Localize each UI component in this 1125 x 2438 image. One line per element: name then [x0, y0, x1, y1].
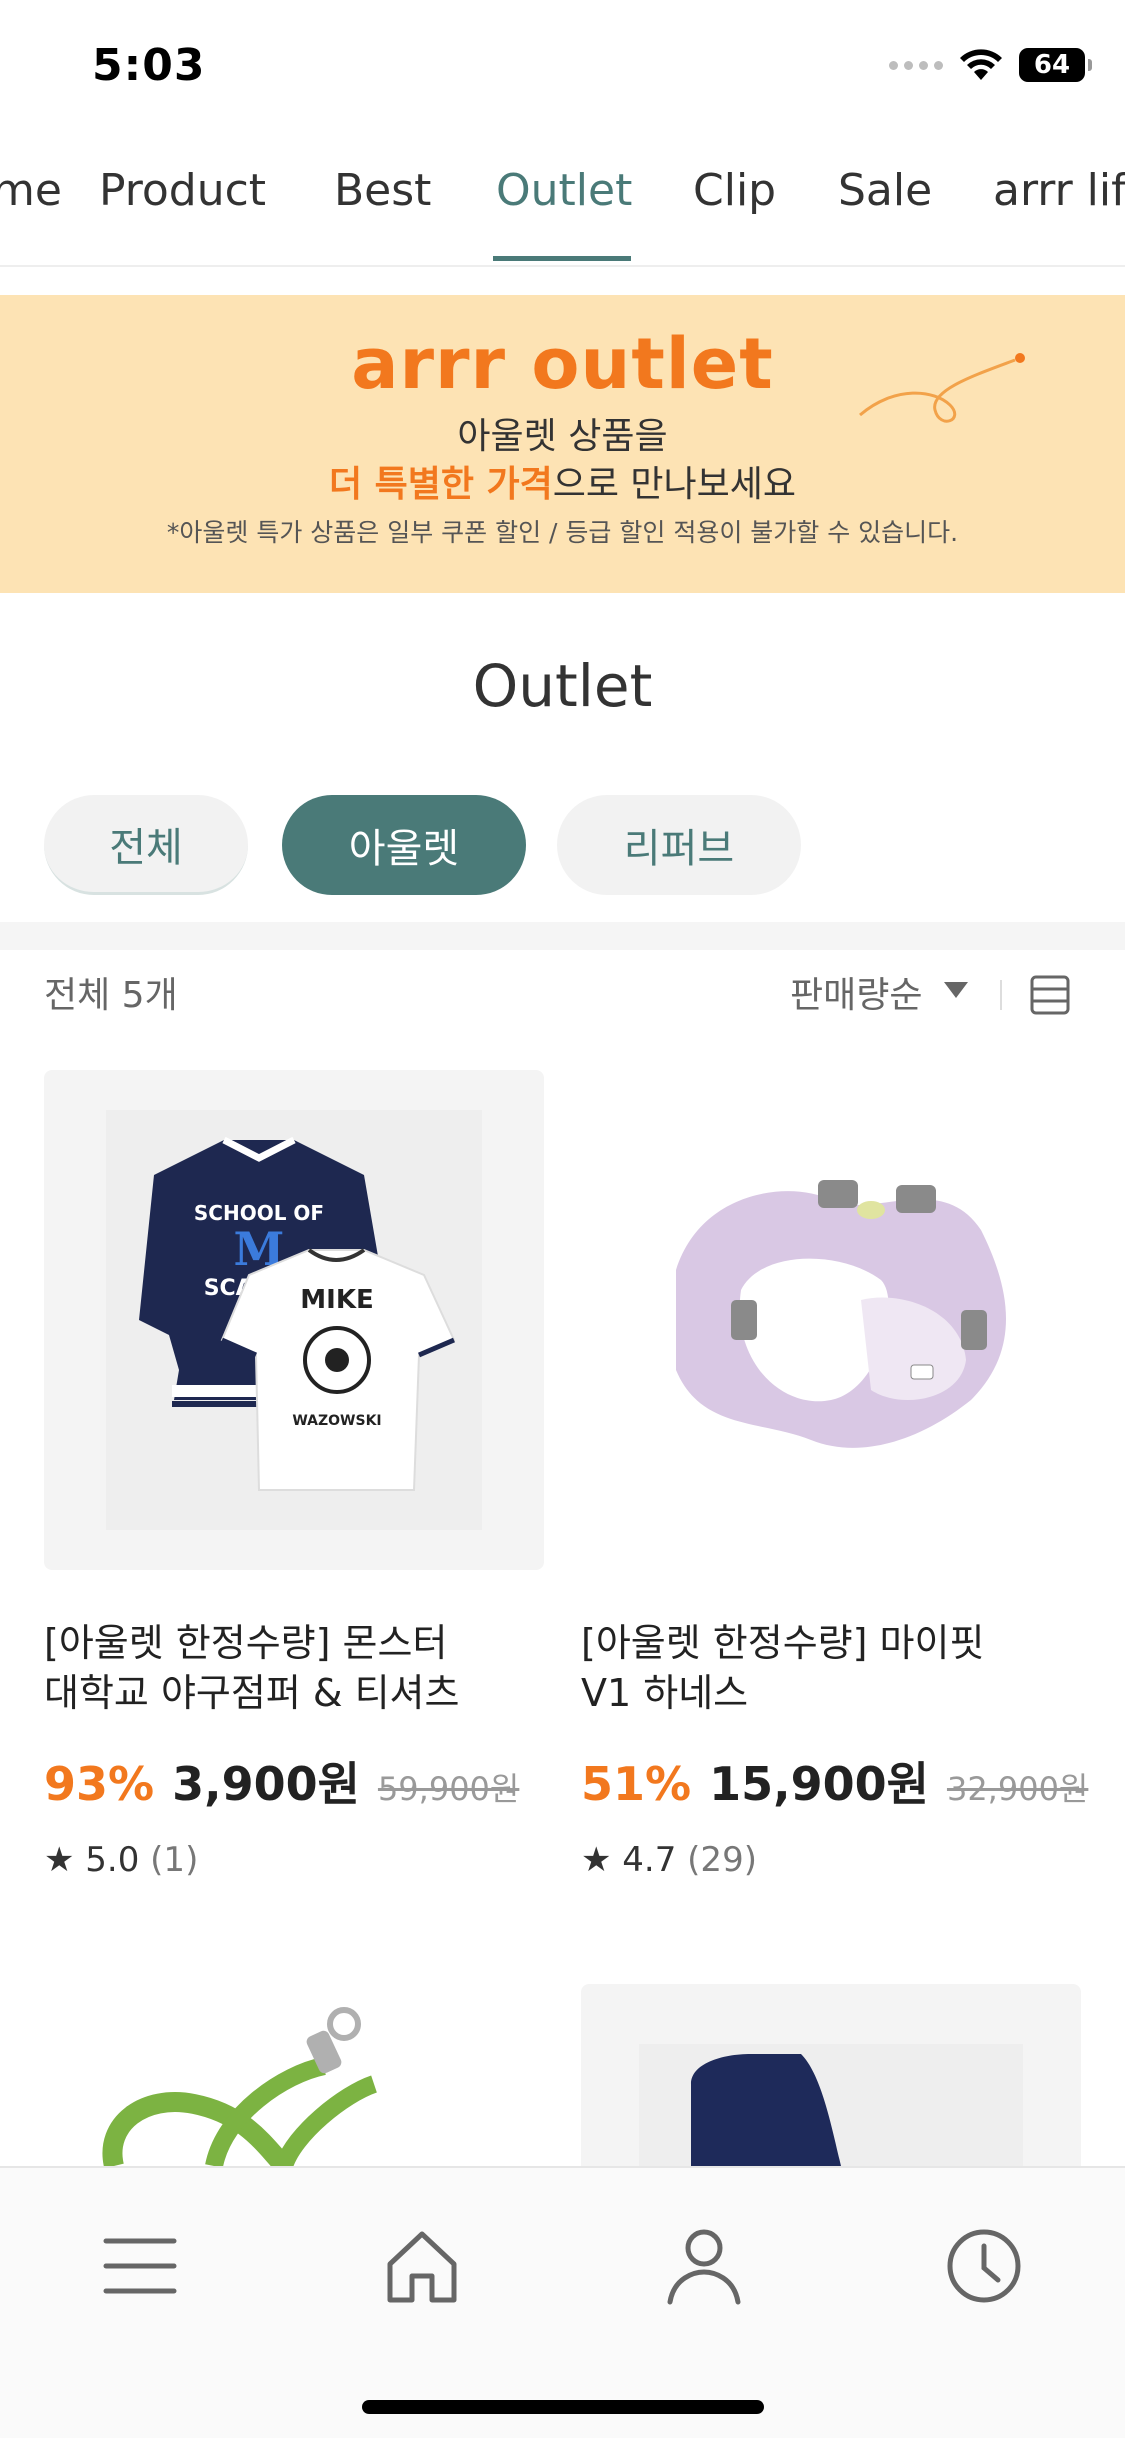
harness-illustration — [676, 1180, 1006, 1448]
banner-line2-rest: 으로 만나보세요 — [552, 464, 797, 505]
caret-down-icon[interactable] — [944, 982, 968, 998]
status-icons: 64 — [889, 48, 1092, 82]
header-separator — [1000, 980, 1002, 1010]
menu-icon[interactable] — [90, 2216, 190, 2316]
hoodie-illustration — [639, 2044, 1023, 2166]
list-view-icon[interactable] — [1030, 975, 1070, 1015]
discount-rate: 51% — [581, 1757, 692, 1811]
product-title[interactable]: [아울렛 한정수량] 마이핏 V1 하네스 — [581, 1618, 1081, 1718]
wifi-icon — [960, 49, 1002, 80]
review-count: (29) — [687, 1840, 757, 1880]
product-title-line2: 대학교 야구점퍼 & 티셔츠 — [44, 1671, 460, 1715]
banner-highlight: 더 특별한 가격 — [328, 464, 553, 505]
product-count: 전체 5개 — [44, 975, 178, 1016]
original-price: 59,900원 — [377, 1770, 520, 1808]
discount-rate: 93% — [44, 1757, 155, 1811]
tab-best[interactable]: Best — [334, 165, 431, 216]
sale-price: 3,900원 — [172, 1757, 360, 1811]
sort-dropdown[interactable]: 판매량순 — [790, 966, 922, 1018]
sale-price: 15,900원 — [709, 1757, 929, 1811]
decorative-swirl-icon — [859, 353, 1025, 423]
filter-chip-outlet[interactable]: 아울렛 — [282, 795, 526, 895]
page-title: Outlet — [472, 652, 653, 720]
product-rating: ★ 5.0 (1) — [44, 1840, 198, 1880]
tshirt-print-line2: WAZOWSKI — [292, 1413, 381, 1429]
section-divider — [0, 922, 1125, 950]
product-title-line1: [아울렛 한정수량] 마이핏 — [581, 1621, 985, 1665]
cellular-signal-icon — [889, 60, 943, 70]
product-title-line2: V1 하네스 — [581, 1671, 749, 1715]
status-time: 5:03 — [92, 40, 206, 91]
product-title[interactable]: [아울렛 한정수량] 몬스터 대학교 야구점퍼 & 티셔츠 — [44, 1618, 544, 1718]
status-bar: 5:03 64 — [0, 0, 1125, 135]
price-row: 51% 15,900원 32,900원 — [581, 1748, 1088, 1814]
active-tab-indicator — [493, 256, 631, 261]
product-image-hoodie[interactable] — [581, 1984, 1081, 2166]
profile-icon[interactable] — [654, 2216, 754, 2316]
banner-note: *아울렛 특가 상품은 일부 쿠폰 할인 / 등급 할인 적용이 불가할 수 있… — [166, 518, 959, 547]
jacket-tshirt-illustration: SCHOOL OF M SCARING MIKE WAZOWSKI — [106, 1110, 482, 1530]
tab-product[interactable]: Product — [99, 165, 266, 216]
product-title-line1: [아울렛 한정수량] 몬스터 — [44, 1621, 448, 1665]
category-tab-bar: me Product Best Outlet Clip Sale arrr li… — [0, 135, 1125, 267]
outlet-banner[interactable]: arrr outlet 아울렛 상품을 더 특별한 가격으로 만나보세요 *아울… — [0, 295, 1125, 593]
product-rating: ★ 4.7 (29) — [581, 1840, 757, 1880]
filter-chip-all[interactable]: 전체 — [44, 795, 248, 895]
review-count: (1) — [150, 1840, 199, 1880]
product-image-harness[interactable] — [581, 1070, 1081, 1570]
banner-line2: 더 특별한 가격으로 만나보세요 — [0, 455, 1125, 507]
home-indicator — [362, 2400, 764, 2414]
tab-clip[interactable]: Clip — [693, 165, 776, 216]
product-image-monster-jacket[interactable]: SCHOOL OF M SCARING MIKE WAZOWSKI — [44, 1070, 544, 1570]
original-price: 32,900원 — [946, 1770, 1089, 1808]
bottom-navigation — [0, 2166, 1125, 2438]
battery-icon: 64 — [1019, 48, 1092, 82]
tab-outlet[interactable]: Outlet — [496, 165, 632, 216]
tshirt-print-line1: MIKE — [300, 1285, 373, 1315]
filter-chip-refurb[interactable]: 리퍼브 — [557, 795, 801, 895]
home-icon[interactable] — [372, 2216, 472, 2316]
tab-sale[interactable]: Sale — [838, 165, 932, 216]
price-row: 93% 3,900원 59,900원 — [44, 1748, 519, 1814]
rating-score: ★ 4.7 — [581, 1840, 677, 1880]
rating-score: ★ 5.0 — [44, 1840, 140, 1880]
product-image-leash[interactable] — [44, 1984, 544, 2166]
tab-arrr-life[interactable]: arrr lif — [993, 165, 1125, 216]
leash-illustration — [102, 2007, 378, 2166]
tab-home[interactable]: me — [0, 165, 62, 216]
recent-history-icon[interactable] — [934, 2216, 1034, 2316]
